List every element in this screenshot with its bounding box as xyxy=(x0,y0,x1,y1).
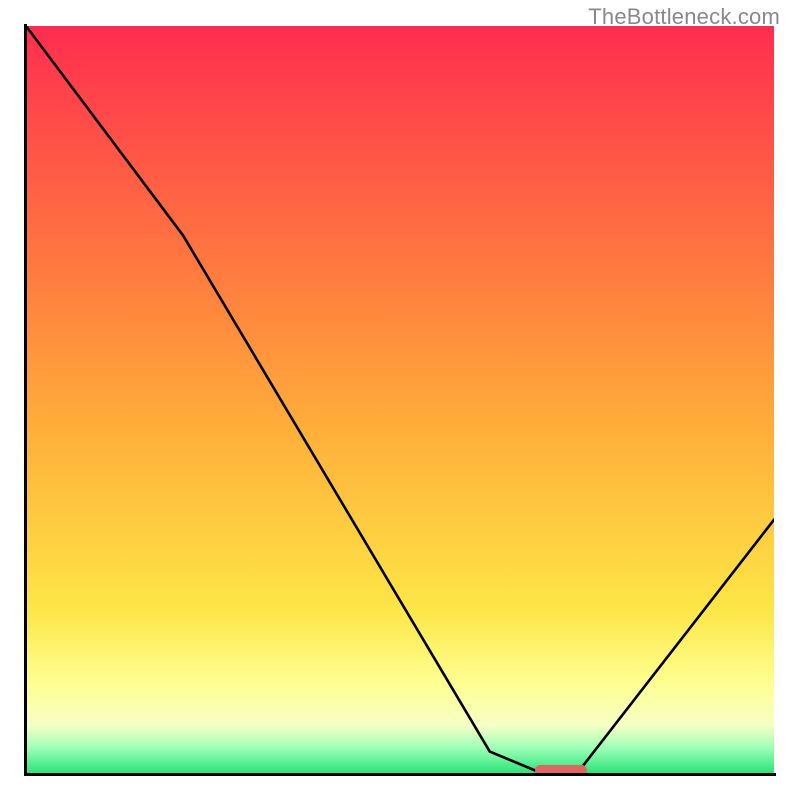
y-axis xyxy=(24,24,27,776)
x-axis xyxy=(24,773,776,776)
plot-area xyxy=(26,26,774,774)
watermark-text: TheBottleneck.com xyxy=(588,4,780,30)
background-gradient xyxy=(26,26,774,774)
chart-container: TheBottleneck.com xyxy=(0,0,800,800)
